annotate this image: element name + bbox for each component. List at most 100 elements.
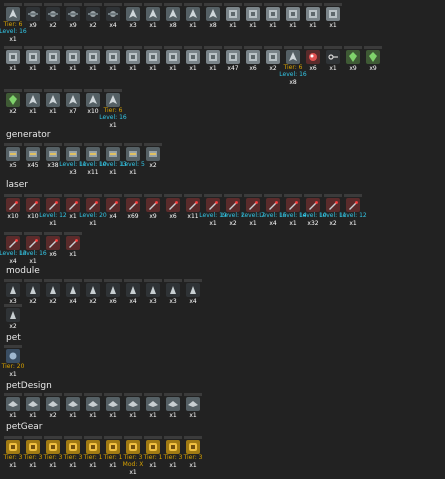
inventory-item[interactable]: Level: 7 x1 [241, 194, 265, 227]
inventory-item[interactable]: x1 [43, 46, 63, 86]
inventory-item[interactable]: x1 [303, 3, 323, 43]
inventory-item[interactable]: x5 [3, 143, 23, 176]
inventory-item[interactable]: x1 [163, 393, 183, 419]
inventory-item[interactable]: x1 [83, 393, 103, 419]
inventory-item[interactable]: x2 [83, 279, 103, 305]
inventory-item[interactable]: x1 [103, 46, 123, 86]
inventory-item[interactable]: x1 [3, 46, 23, 86]
inventory-item[interactable]: Tier: 1 x1 [103, 436, 123, 476]
inventory-item[interactable]: x1 [63, 46, 83, 86]
inventory-item[interactable]: Level: 13 x1 [99, 143, 127, 176]
inventory-item[interactable]: Level: 12 x1 [339, 194, 367, 227]
inventory-item[interactable]: x1 [63, 232, 83, 265]
inventory-item[interactable]: x2 [23, 279, 43, 305]
inventory-item[interactable]: x10 [83, 89, 103, 129]
inventory-item[interactable]: x1 [123, 46, 143, 86]
inventory-item[interactable]: Level: 19 x1 [199, 194, 227, 227]
inventory-item[interactable]: x9 [23, 3, 43, 43]
inventory-item[interactable]: x2 [43, 393, 63, 419]
inventory-item[interactable]: x1 [23, 393, 43, 419]
inventory-item[interactable]: x4 [123, 279, 143, 305]
inventory-item[interactable]: x1 [203, 46, 223, 86]
inventory-item[interactable]: Level: 10 x32 [299, 194, 327, 227]
inventory-item[interactable]: Tier: 1 x1 [143, 436, 163, 476]
inventory-item[interactable]: x4 [103, 194, 123, 227]
inventory-item[interactable]: Level: 12 x1 [39, 194, 67, 227]
inventory-item[interactable]: x1 [143, 46, 163, 86]
inventory-item[interactable]: x1 [123, 393, 143, 419]
inventory-item[interactable]: x2 [143, 143, 163, 176]
inventory-item[interactable]: x1 [163, 46, 183, 86]
inventory-item[interactable]: Level: 15 x4 [259, 194, 287, 227]
inventory-item[interactable]: x9 [143, 194, 163, 227]
inventory-item[interactable]: x6 [243, 46, 263, 86]
inventory-item[interactable]: x10 [3, 194, 23, 227]
inventory-item[interactable]: x8 [163, 3, 183, 43]
inventory-item[interactable]: x1 [43, 89, 63, 129]
inventory-item[interactable]: x1 [183, 46, 203, 86]
inventory-item[interactable]: x4 [103, 3, 123, 43]
inventory-item[interactable]: x2 [263, 46, 283, 86]
inventory-item[interactable]: Level: 20 x1 [79, 194, 107, 227]
inventory-item[interactable]: x1 [243, 3, 263, 43]
inventory-item[interactable]: x3 [3, 279, 23, 305]
inventory-item[interactable]: x10 [23, 194, 43, 227]
inventory-item[interactable]: x1 [223, 3, 243, 43]
inventory-item[interactable]: Tier: 6 Level: 16 x1 [99, 89, 127, 129]
inventory-item[interactable]: x9 [343, 46, 363, 86]
inventory-item[interactable]: x11 [183, 194, 203, 227]
inventory-item[interactable]: x1 [103, 393, 123, 419]
inventory-item[interactable]: x2 [83, 3, 103, 43]
inventory-item[interactable]: x1 [63, 194, 83, 227]
inventory-item[interactable]: Level: 16 x1 [19, 232, 47, 265]
inventory-item[interactable]: x3 [123, 3, 143, 43]
inventory-item[interactable]: x1 [283, 3, 303, 43]
inventory-item[interactable]: x69 [123, 194, 143, 227]
inventory-item[interactable]: x1 [323, 3, 343, 43]
inventory-item[interactable]: Tier: 3 x1 [23, 436, 43, 476]
inventory-item[interactable]: x4 [183, 279, 203, 305]
inventory-item[interactable]: x1 [263, 3, 283, 43]
inventory-item[interactable]: Level: 2 x2 [221, 194, 245, 227]
inventory-item[interactable]: Tier: 3 x1 [183, 436, 203, 476]
inventory-item[interactable]: x1 [23, 89, 43, 129]
inventory-item[interactable]: x8 [203, 3, 223, 43]
inventory-item[interactable]: x1 [183, 3, 203, 43]
inventory-item[interactable]: Tier: 6 Level: 16 x1 [0, 3, 27, 43]
inventory-item[interactable]: Tier: 6 Level: 16 x8 [279, 46, 307, 86]
inventory-item[interactable]: x6 [43, 232, 63, 265]
inventory-item[interactable]: Tier: 3 x1 [63, 436, 83, 476]
inventory-item[interactable]: Tier: 1 x1 [83, 436, 103, 476]
inventory-item[interactable]: x3 [143, 279, 163, 305]
inventory-item[interactable]: x2 [3, 304, 23, 330]
inventory-item[interactable]: Tier: 3 Mod: Xx1 [123, 436, 143, 476]
inventory-item[interactable]: x9 [63, 3, 83, 43]
inventory-item[interactable]: Level: 5 x1 [121, 143, 145, 176]
inventory-item[interactable]: x45 [23, 143, 43, 176]
inventory-item[interactable]: x2 [3, 89, 23, 129]
inventory-item[interactable]: x7 [63, 89, 83, 129]
inventory-item[interactable]: Tier: 3 x1 [43, 436, 63, 476]
inventory-item[interactable]: x1 [83, 46, 103, 86]
inventory-item[interactable]: Tier: 3 x1 [3, 436, 23, 476]
inventory-item[interactable]: Tier: 3 x1 [163, 436, 183, 476]
inventory-item[interactable]: x1 [23, 46, 43, 86]
inventory-item[interactable]: x6 [163, 194, 183, 227]
inventory-item[interactable]: Level: 11 x3 [59, 143, 87, 176]
inventory-item[interactable]: x6 [103, 279, 123, 305]
inventory-item[interactable]: Level: 11 x2 [319, 194, 347, 227]
inventory-item[interactable]: x1 [323, 46, 343, 86]
inventory-item[interactable]: x9 [363, 46, 383, 86]
inventory-item[interactable]: Tier: 20 x1 [2, 345, 24, 378]
inventory-item[interactable]: Level: 13 x4 [0, 232, 27, 265]
inventory-item[interactable]: x1 [3, 393, 23, 419]
inventory-item[interactable]: x1 [143, 393, 163, 419]
inventory-item[interactable]: x1 [63, 393, 83, 419]
inventory-item[interactable]: Level: 14 x1 [279, 194, 307, 227]
inventory-item[interactable]: x1 [183, 393, 203, 419]
inventory-item[interactable]: x2 [43, 3, 63, 43]
inventory-item[interactable]: x3 [163, 279, 183, 305]
inventory-item[interactable]: x38 [43, 143, 63, 176]
inventory-item[interactable]: x4 [63, 279, 83, 305]
inventory-item[interactable]: x2 [43, 279, 63, 305]
